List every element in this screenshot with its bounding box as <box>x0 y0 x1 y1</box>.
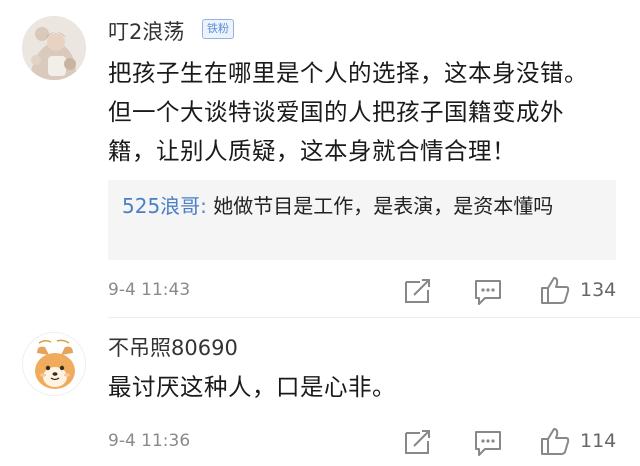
timestamp: 9-4 11:43 <box>108 280 191 300</box>
reply-quote: 525浪哥: 她做节目是工作，是表演，是资本懂吗 <box>122 188 582 224</box>
avatar-photo-icon <box>22 16 86 80</box>
repost-icon <box>405 279 430 303</box>
repost-icon <box>405 430 430 454</box>
comment-button[interactable] <box>473 278 503 306</box>
comment-button[interactable] <box>473 429 503 457</box>
comment-item: 叮2浪荡 铁粉 把孩子生在哪里是个人的选择，这本身没错。但一个大谈特谈爱国的人把… <box>0 0 640 316</box>
like-icon <box>541 277 570 304</box>
comment-text: 最讨厌这种人，口是心非。 <box>108 373 396 401</box>
comment-text: 把孩子生在哪里是个人的选择，这本身没错。但一个大谈特谈爱国的人把孩子国籍变成外籍… <box>108 59 588 165</box>
like-button[interactable] <box>539 426 571 456</box>
comment-icon <box>475 431 501 456</box>
avatar[interactable] <box>22 332 86 396</box>
repost-button[interactable] <box>403 277 433 305</box>
shiba-dog-icon <box>23 333 85 395</box>
comment-item: 不吊照80690 最讨厌这种人，口是心非。 9-4 11:36 114 <box>0 318 640 466</box>
comment-icon <box>475 280 501 305</box>
username[interactable]: 叮2浪荡 <box>108 16 184 46</box>
reply-author[interactable]: 525浪哥: <box>122 194 207 218</box>
like-icon <box>541 428 570 455</box>
username[interactable]: 不吊照80690 <box>108 332 238 362</box>
fan-badge: 铁粉 <box>202 19 234 39</box>
reply-quote-box[interactable]: 525浪哥: 她做节目是工作，是表演，是资本懂吗 <box>108 180 616 260</box>
like-count: 114 <box>580 430 617 452</box>
repost-button[interactable] <box>403 428 433 456</box>
avatar[interactable] <box>22 16 86 80</box>
reply-text: 她做节目是工作，是表演，是资本懂吗 <box>206 194 554 218</box>
like-button[interactable] <box>539 275 571 305</box>
like-count: 134 <box>580 279 617 301</box>
timestamp: 9-4 11:36 <box>108 431 191 451</box>
